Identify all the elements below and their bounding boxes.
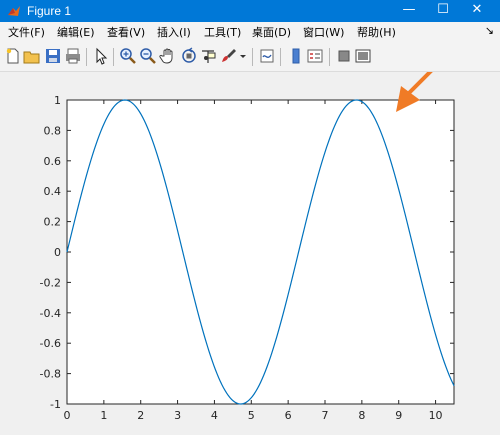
link-plot-icon[interactable] (258, 47, 276, 65)
figure-toolbar (0, 43, 500, 72)
x-tick-label: 6 (285, 409, 292, 422)
x-tick-label: 5 (248, 409, 255, 422)
x-tick-label: 1 (100, 409, 107, 422)
x-tick-label: 3 (174, 409, 181, 422)
save-icon[interactable] (44, 47, 62, 65)
x-tick-label: 10 (429, 409, 443, 422)
menu-help[interactable]: 帮助(H) (357, 25, 396, 40)
print-icon[interactable] (64, 47, 82, 65)
x-tick-label: 8 (358, 409, 365, 422)
y-tick-label: -1 (50, 398, 61, 411)
toolbar-separator (252, 48, 253, 66)
menu-window[interactable]: 窗口(W) (303, 25, 344, 40)
menu-tools[interactable]: 工具(T) (204, 25, 241, 40)
menu-bar: 文件(F) 编辑(E) 查看(V) 插入(I) 工具(T) 桌面(D) 窗口(W… (0, 22, 500, 43)
plot-svg: 0 1 2 3 4 5 6 7 8 9 10 -1 -0.8 -0.6 -0.4 -0.2 0 0.2 0.4 0.6… (40, 72, 455, 422)
y-tick-label: 0.8 (44, 124, 62, 137)
axes-box[interactable] (66, 99, 455, 405)
menu-edit[interactable]: 编辑(E) (57, 25, 95, 40)
menu-view[interactable]: 查看(V) (107, 25, 145, 40)
y-tick-label: -0.4 (40, 307, 61, 320)
dock-figure-icon[interactable]: ↘ (485, 24, 494, 37)
menu-insert[interactable]: 插入(I) (157, 25, 191, 40)
figure-canvas: 0 1 2 3 4 5 6 7 8 9 10 -1 -0.8 -0.6 -0.4 -0.2 0 0.2 0.4 0.6… (0, 72, 500, 435)
y-tick-label: 0.4 (44, 185, 62, 198)
zoom-in-icon[interactable] (119, 47, 137, 65)
x-tick-label: 7 (322, 409, 329, 422)
y-tick-label: -0.8 (40, 368, 61, 381)
zoom-out-icon[interactable] (139, 47, 157, 65)
brush-icon[interactable] (220, 47, 238, 65)
y-tick-label: -0.2 (40, 276, 61, 289)
menu-desktop[interactable]: 桌面(D) (252, 25, 291, 40)
window-titlebar: Figure 1 — ☐ ✕ (0, 0, 500, 22)
pan-hand-icon[interactable] (159, 47, 177, 65)
new-figure-icon[interactable] (4, 47, 22, 65)
minimize-button[interactable]: — (392, 0, 426, 22)
dropdown-arrow-icon[interactable] (238, 47, 248, 65)
open-file-icon[interactable] (23, 47, 41, 65)
x-tick-label: 0 (64, 409, 71, 422)
show-plot-tools-icon[interactable] (354, 47, 372, 65)
y-tick-label: 0.6 (44, 155, 62, 168)
x-tick-label: 2 (137, 409, 144, 422)
y-tick-label: 1 (54, 94, 61, 107)
close-button[interactable]: ✕ (460, 0, 494, 22)
hide-plot-tools-icon[interactable] (335, 47, 353, 65)
matlab-icon (8, 6, 20, 16)
menu-file[interactable]: 文件(F) (8, 25, 45, 40)
rotate-3d-icon[interactable] (180, 47, 198, 65)
toolbar-separator (280, 48, 281, 66)
window-title: Figure 1 (27, 4, 72, 18)
toolbar-separator (113, 48, 114, 66)
x-tick-label: 4 (211, 409, 218, 422)
toolbar-separator (86, 48, 87, 66)
y-tick-label: 0 (54, 246, 61, 259)
y-tick-label: 0.2 (44, 216, 62, 229)
toolbar-separator (329, 48, 330, 66)
data-cursor-icon[interactable] (200, 47, 218, 65)
y-tick-label: -0.6 (40, 337, 61, 350)
edit-plot-arrow-icon[interactable] (92, 47, 110, 65)
maximize-button[interactable]: ☐ (426, 0, 460, 22)
legend-icon[interactable] (306, 47, 324, 65)
colorbar-icon[interactable] (287, 47, 305, 65)
x-tick-label: 9 (395, 409, 402, 422)
